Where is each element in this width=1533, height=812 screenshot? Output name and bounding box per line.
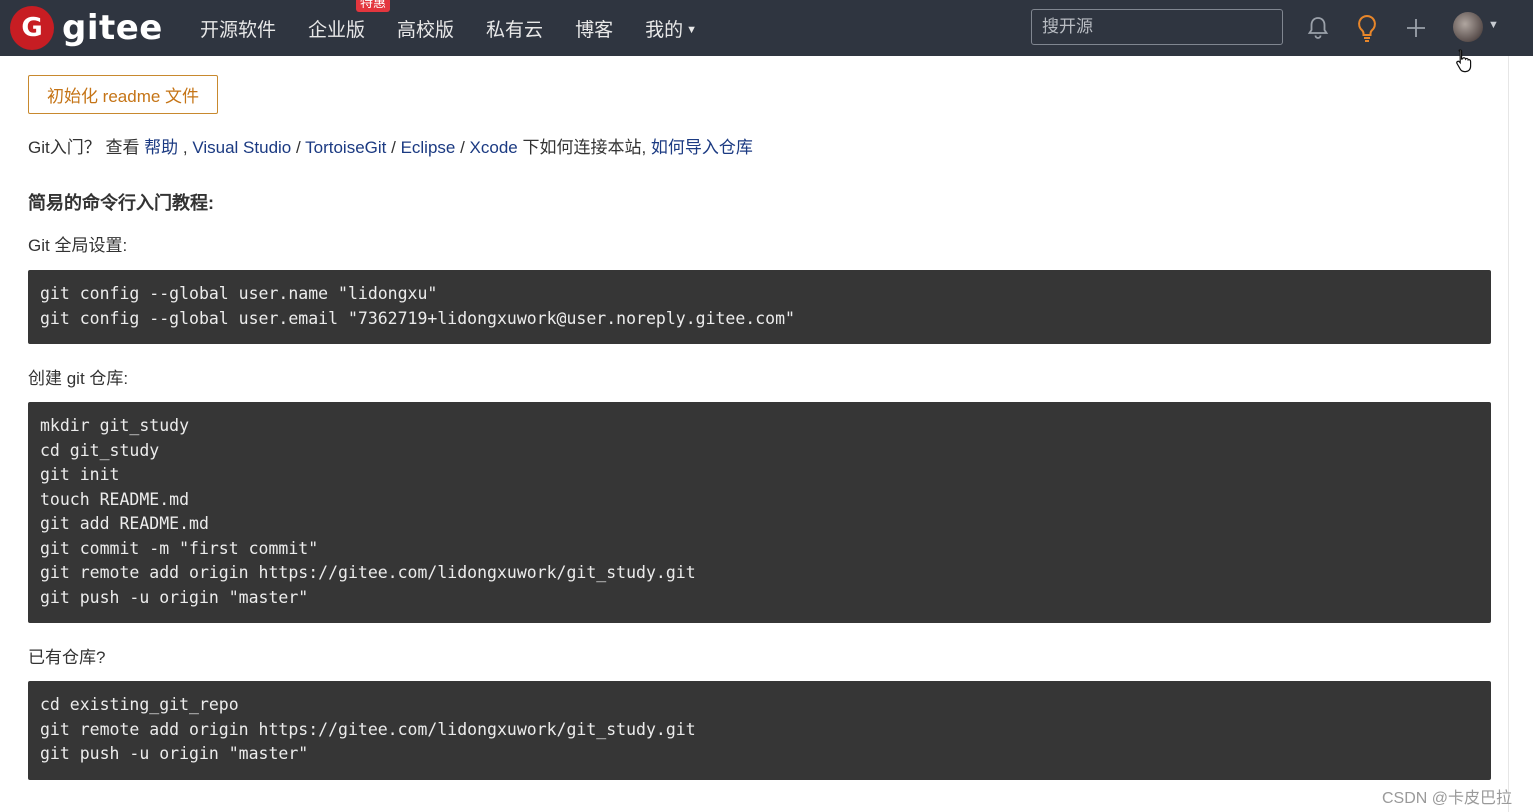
code-line: git add README.md [40, 514, 209, 533]
code-line: git push -u origin "master" [40, 587, 309, 607]
create-repo-code-block[interactable]: mkdir git_study cd git_study git init to… [28, 402, 1491, 623]
init-readme-button[interactable]: 初始化 readme 文件 [28, 75, 218, 114]
code-line: git config --global user.name "lidongxu" [40, 284, 438, 303]
chevron-down-icon: ▼ [686, 24, 697, 37]
search-input[interactable] [1031, 9, 1283, 45]
global-config-label: Git 全局设置: [28, 236, 128, 255]
user-avatar[interactable] [1453, 12, 1483, 42]
separator: / [386, 138, 401, 157]
nav-item-label: 我的 [645, 19, 684, 41]
git-help-line: Git入门？ 查看 帮助 , Visual Studio / TortoiseG… [28, 133, 753, 158]
global-config-code-block[interactable]: git config --global user.name "lidongxu"… [28, 270, 1491, 344]
nav-item-label: 私有云 [486, 19, 544, 41]
code-line: git init [40, 465, 120, 484]
code-line: git commit -m "first commit" [40, 538, 319, 558]
existing-repo-label: 已有仓库? [28, 648, 106, 667]
code-line: touch README.md [40, 489, 190, 509]
top-navbar: G gitee 开源软件 企业版 特惠 高校版 私有云 博客 我的▼ ▼ [0, 0, 1533, 56]
tutorial-title: 简易的命令行入门教程: [28, 193, 214, 213]
nav-item-blog[interactable]: 博客 [575, 15, 613, 42]
nav-item-label: 开源软件 [200, 19, 277, 41]
help-text: 下如何连接本站, [517, 138, 651, 157]
gitee-logo[interactable]: G gitee [10, 6, 163, 50]
xcode-link[interactable]: Xcode [470, 138, 518, 157]
create-repo-label: 创建 git 仓库: [28, 369, 129, 388]
gitee-logo-icon: G [10, 6, 54, 50]
code-line: cd existing_git_repo [40, 695, 239, 714]
tortoisegit-link[interactable]: TortoiseGit [305, 138, 386, 157]
bell-icon[interactable] [1304, 12, 1332, 44]
nav-item-open-source[interactable]: 开源软件 [200, 15, 276, 42]
import-repo-link[interactable]: 如何导入仓库 [651, 138, 753, 157]
nav-item-private-cloud[interactable]: 私有云 [486, 15, 543, 42]
separator: / [291, 138, 306, 157]
nav-item-label: 高校版 [397, 19, 455, 41]
panel-divider [1508, 56, 1509, 812]
code-line: git config --global user.email "7362719+… [40, 308, 795, 328]
separator: , [178, 138, 193, 157]
nav-item-label: 博客 [575, 19, 614, 41]
existing-repo-code-block[interactable]: cd existing_git_repo git remote add orig… [28, 681, 1491, 780]
main-nav: 开源软件 企业版 特惠 高校版 私有云 博客 我的 ▼ [200, 0, 729, 56]
code-line: cd git_study [40, 440, 160, 460]
csdn-watermark: CSDN @卡皮巴拉 [1382, 790, 1513, 807]
visual-studio-link[interactable]: Visual Studio [192, 138, 291, 157]
chevron-down-icon[interactable]: ▼ [1488, 19, 1499, 31]
plus-icon[interactable] [1402, 12, 1430, 44]
nav-item-mine[interactable]: 我的 ▼ [645, 15, 697, 42]
code-line: git remote add origin https://gitee.com/… [40, 719, 696, 739]
eclipse-link[interactable]: Eclipse [401, 138, 456, 157]
nav-item-education[interactable]: 高校版 [397, 15, 454, 42]
help-link[interactable]: 帮助 [144, 138, 178, 157]
nav-item-enterprise[interactable]: 企业版 特惠 [308, 0, 391, 42]
separator: / [455, 138, 470, 157]
gitee-logo-text: gitee [62, 8, 163, 48]
code-line: mkdir git_study [40, 416, 190, 435]
lightbulb-icon[interactable] [1353, 12, 1381, 44]
hand-cursor-icon [1455, 48, 1473, 79]
code-line: git remote add origin https://gitee.com/… [40, 563, 696, 582]
nav-item-label: 企业版 [308, 19, 366, 41]
help-text: Git入门？ 查看 [28, 138, 145, 157]
code-line: git push -u origin "master" [40, 744, 309, 763]
promo-badge: 特惠 [356, 0, 391, 12]
